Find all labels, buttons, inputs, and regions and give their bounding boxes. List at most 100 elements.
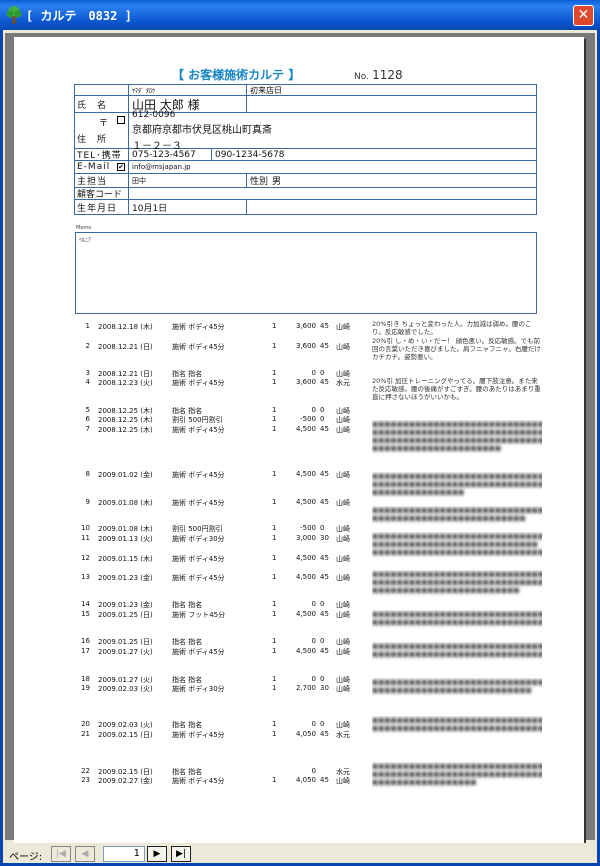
record-qty: 1 [272, 730, 277, 738]
note-blurred: ■■■■■■■■■■■■■■■■■■■■■■■■■■■■ ■■■■■ ■■■■■■… [372, 716, 542, 732]
record-row: 5 2008.12.25 (木) 指名 指名 1 0 0 山崎 [76, 406, 366, 415]
record-date: 2009.01.08 (木) [98, 499, 153, 507]
record-qty: 1 [272, 776, 277, 784]
record-qty: 1 [272, 610, 277, 618]
record-date: 2009.02.03 (火) [98, 685, 153, 693]
record-staff: 山崎 [336, 323, 350, 331]
record-price: -500 [300, 524, 316, 532]
record-qty: 1 [272, 720, 277, 728]
record-qty: 1 [272, 369, 277, 377]
note-blurred: ■■■■■■■■■■■■■■■■■■■■■■■■■■■■ ■■■ ■■■■■■■■… [372, 472, 542, 496]
record-n: 18 [81, 675, 90, 683]
first-page-button[interactable]: |◀ [51, 846, 71, 862]
postal-mark: 〒 [99, 119, 110, 129]
record-n: 2 [85, 342, 90, 350]
sheet-number-label: No. [354, 72, 369, 82]
record-price: 0 [311, 675, 316, 683]
record-time: 45 [320, 573, 329, 581]
gender-label: 性別 [250, 177, 269, 187]
record-time: 0 [320, 406, 325, 414]
record-date: 2009.02.27 (金) [98, 777, 153, 785]
record-menu: 施術 ボディ30分 [172, 535, 225, 543]
email-label: E-Mail [77, 162, 111, 172]
email-value: info@msjapan.jp [132, 163, 191, 171]
record-qty: 1 [272, 534, 277, 542]
record-staff: 水元 [336, 731, 350, 739]
record-staff: 水元 [336, 379, 350, 387]
record-qty: 1 [272, 647, 277, 655]
record-qty: 1 [272, 415, 277, 423]
record-menu: 施術 ボディ45分 [172, 379, 225, 387]
record-n: 5 [85, 406, 90, 414]
record-menu: 施術 ボディ45分 [172, 499, 225, 507]
record-staff: 山崎 [336, 343, 350, 351]
record-qty: 1 [272, 554, 277, 562]
postal-checkbox[interactable] [117, 116, 125, 124]
record-menu: 施術 フット45分 [172, 611, 226, 619]
next-page-button[interactable]: ▶ [147, 846, 167, 862]
record-time: 30 [320, 534, 329, 542]
record-date: 2009.01.25 (日) [98, 611, 153, 619]
tree-icon [6, 6, 22, 24]
record-staff: 山崎 [336, 721, 350, 729]
record-staff: 山崎 [336, 648, 350, 656]
record-row: 18 2009.01.27 (火) 指名 指名 1 0 0 山崎 [76, 675, 366, 684]
record-qty: 1 [272, 498, 277, 506]
note-blurred: ■■■■■■■■■■■■■■■■■■■■■■■■■■■■ ■■■■■ ■■■■■■… [372, 610, 542, 626]
record-menu: 指名 指名 [172, 721, 203, 729]
close-button[interactable]: ✕ [573, 5, 594, 26]
record-row: 2 2008.12.21 (日) 施術 ボディ45分 1 3,600 45 山崎 [76, 342, 366, 351]
record-price: 0 [311, 637, 316, 645]
mobile-value: 090-1234-5678 [215, 149, 285, 160]
record-date: 2009.02.03 (火) [98, 721, 153, 729]
record-date: 2009.01.08 (木) [98, 525, 153, 533]
last-page-button[interactable]: ▶| [171, 846, 191, 862]
record-time: 45 [320, 498, 329, 506]
note-blurred: ■■■■■■■■■■■■■■■■■■■■■■■■■■■■ ■■■■■ ■■■■■■… [372, 532, 542, 556]
record-qty: 1 [272, 573, 277, 581]
record-row: 20 2009.02.03 (火) 指名 指名 1 0 0 山崎 [76, 720, 366, 729]
record-time: 45 [320, 342, 329, 350]
record-row: 7 2008.12.25 (木) 施術 ボディ45分 1 4,500 45 山崎 [76, 425, 366, 434]
status-bar: ページ: |◀ ◀ 1 ▶ ▶| [3, 843, 597, 863]
record-price: 0 [311, 767, 316, 775]
record-price: 3,000 [295, 534, 316, 542]
record-date: 2009.01.23 (金) [98, 574, 153, 582]
record-price: 4,050 [295, 776, 316, 784]
record-price: 4,500 [295, 554, 316, 562]
record-n: 16 [81, 637, 90, 645]
record-n: 9 [85, 498, 90, 506]
furigana: ﾔﾏﾀﾞ ﾀﾛｳ [129, 85, 247, 95]
memo-label: Memo [76, 225, 92, 231]
record-staff: 山崎 [336, 685, 350, 693]
record-time: 45 [320, 554, 329, 562]
record-price: 2,700 [295, 684, 316, 692]
birthday-value: 10月1日 [129, 200, 247, 214]
record-staff: 山崎 [336, 601, 350, 609]
record-date: 2009.01.02 (金) [98, 471, 153, 479]
record-date: 2009.01.13 (火) [98, 535, 153, 543]
record-n: 19 [81, 684, 90, 692]
record-qty: 1 [272, 600, 277, 608]
record-staff: 山崎 [336, 426, 350, 434]
record-n: 7 [85, 425, 90, 433]
record-row: 3 2008.12.21 (日) 指名 指名 1 0 0 山崎 [76, 369, 366, 378]
record-row: 9 2009.01.08 (木) 施術 ボディ45分 1 4,500 45 山崎 [76, 498, 366, 507]
prev-page-button[interactable]: ◀ [75, 846, 95, 862]
sheet-number: No. 1128 [354, 68, 403, 82]
page-number-input[interactable]: 1 [103, 846, 145, 862]
record-menu: 施術 ボディ45分 [172, 555, 225, 563]
record-time: 0 [320, 415, 325, 423]
record-row: 17 2009.01.27 (火) 施術 ボディ45分 1 4,500 45 山崎 [76, 647, 366, 656]
record-price: 0 [311, 600, 316, 608]
record-time: 0 [320, 675, 325, 683]
email-checkbox[interactable]: ✔ [117, 163, 125, 171]
memo-box: ﾍﾙﾆｱ [75, 232, 537, 314]
record-staff: 山崎 [336, 638, 350, 646]
record-menu: 施術 ボディ45分 [172, 731, 225, 739]
record-price: 0 [311, 406, 316, 414]
page-label: ページ: [9, 852, 43, 863]
record-menu: 施術 ボディ45分 [172, 648, 225, 656]
record-time: 0 [320, 369, 325, 377]
record-time: 45 [320, 470, 329, 478]
